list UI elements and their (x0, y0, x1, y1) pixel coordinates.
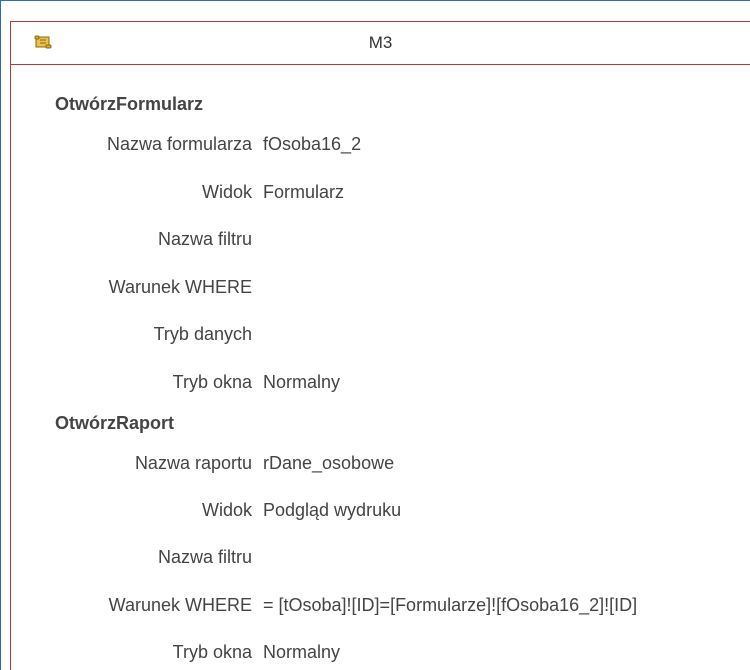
arg-label-window-mode: Tryb okna (172, 372, 252, 392)
arg-value-report-name[interactable]: rDane_osobowe (263, 453, 394, 474)
arg-value-window-mode[interactable]: Normalny (263, 642, 340, 663)
document-title: M3 (368, 33, 393, 52)
arg-value-where-condition[interactable]: = [tOsoba]![ID]=[Formularze]![fOsoba16_2… (263, 595, 637, 616)
macro-document-tab: M3 (10, 21, 750, 670)
arg-label-filter-name: Nazwa filtru (157, 229, 252, 249)
arg-label-data-mode: Tryb danych (153, 324, 252, 344)
arg-label-filter-name: Nazwa filtru (157, 547, 252, 567)
arg-value-view[interactable]: Podgląd wydruku (263, 500, 401, 521)
arg-label-view: Widok (201, 500, 252, 520)
arg-value-view[interactable]: Formularz (263, 182, 344, 203)
arg-label-where-condition: Warunek WHERE (108, 595, 252, 615)
arg-label-view: Widok (201, 182, 252, 202)
arg-label-window-mode: Tryb okna (172, 642, 252, 662)
action-header-open-form[interactable]: OtwórzFormularz (55, 94, 203, 115)
arg-label-where-condition: Warunek WHERE (108, 277, 252, 297)
arg-label-form-name: Nazwa formularza (106, 134, 252, 154)
arg-label-report-name: Nazwa raportu (134, 453, 252, 473)
arg-value-form-name[interactable]: fOsoba16_2 (263, 134, 361, 155)
action-header-open-report[interactable]: OtwórzRaport (55, 413, 174, 434)
arg-value-window-mode[interactable]: Normalny (263, 372, 340, 393)
document-title-bar[interactable]: M3 (11, 22, 750, 65)
macro-window: M3 OtwórzFormularz Nazwa formularza fOso… (0, 0, 750, 670)
